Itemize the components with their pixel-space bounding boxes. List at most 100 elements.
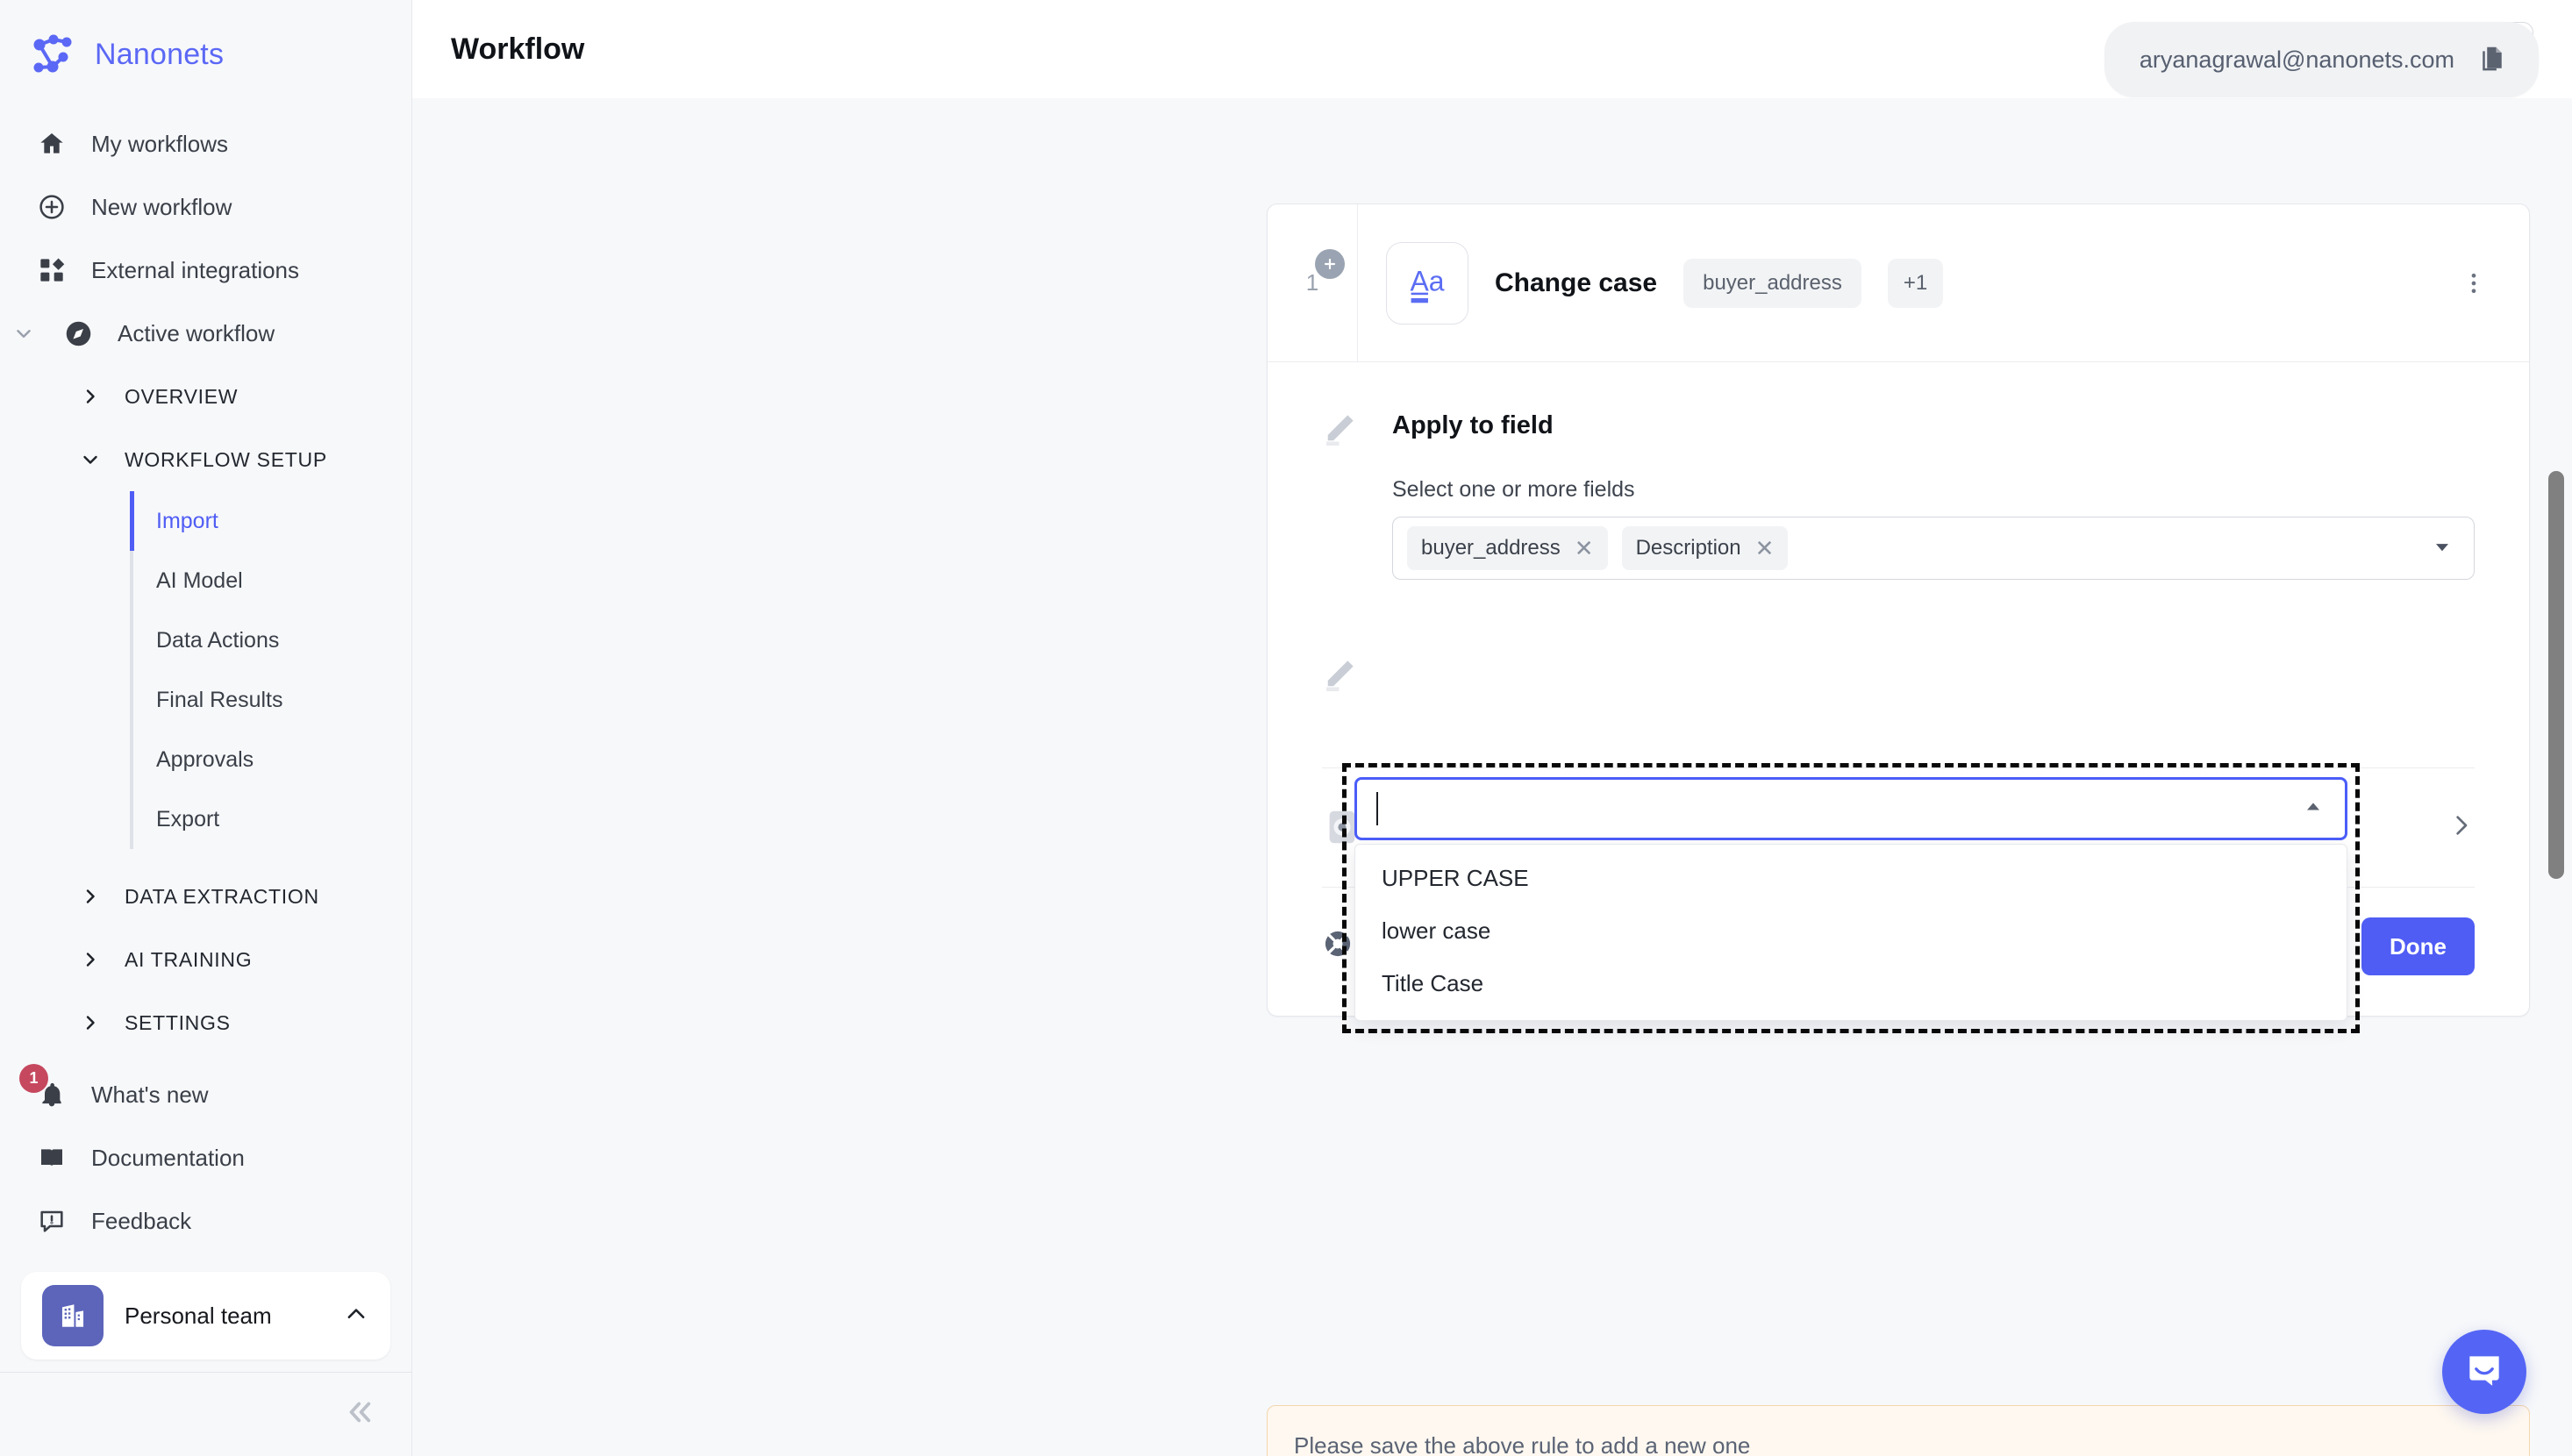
chevron-up-icon[interactable] — [2301, 795, 2326, 824]
sidebar-item-label: Data Actions — [156, 627, 280, 653]
sidebar-item-label: Approvals — [156, 746, 254, 772]
close-x-icon[interactable]: ✕ — [1755, 537, 1775, 560]
group-label: OVERVIEW — [125, 384, 239, 408]
done-label: Done — [2390, 932, 2447, 960]
compass-icon — [60, 315, 96, 352]
chevron-down-icon — [75, 445, 105, 475]
field-select-label: Select one or more fields — [1392, 477, 1635, 502]
sidebar-item-export[interactable]: Export — [130, 789, 411, 849]
group-toggle-data-extraction[interactable]: DATA EXTRACTION — [0, 865, 411, 928]
close-x-icon[interactable]: ✕ — [1575, 537, 1594, 560]
sidebar-group-workflow-setup: WORKFLOW SETUP Import AI Model Data Acti… — [0, 428, 411, 849]
vertical-scrollbar[interactable] — [2548, 471, 2564, 879]
feedback-chat-icon — [33, 1203, 70, 1239]
rule-header: 1 Aa Change case buyer_address +1 — [1268, 204, 2529, 362]
sidebar-item-my-workflows[interactable]: My workflows — [0, 112, 411, 175]
sidebar-item-label: New workflow — [91, 193, 232, 220]
sidebar-item-import[interactable]: Import — [130, 491, 411, 551]
change-case-aa-icon: Aa — [1386, 241, 1468, 325]
group-toggle-workflow-setup[interactable]: WORKFLOW SETUP — [0, 428, 411, 491]
chevron-right-icon — [75, 945, 105, 974]
chevron-right-icon[interactable] — [2447, 811, 2475, 844]
sidebar-item-label: AI Model — [156, 567, 243, 593]
case-select-content — [1392, 648, 2475, 711]
sidebar-group-overview: OVERVIEW — [0, 365, 411, 428]
sidebar-item-external-integrations[interactable]: External integrations — [0, 239, 411, 302]
group-gap — [0, 849, 411, 865]
lifebuoy-icon — [1322, 928, 1354, 966]
sidebar-item-feedback[interactable]: Feedback — [0, 1189, 411, 1253]
kebab-menu-icon[interactable] — [2448, 261, 2499, 305]
rule-chip-more[interactable]: +1 — [1887, 258, 1944, 308]
sidebar-item-label: External integrations — [91, 256, 300, 283]
canvas-inner: 1 Aa Change case buyer_address +1 Apply … — [412, 98, 2572, 1456]
sidebar-item-new-workflow[interactable]: New workflow — [0, 175, 411, 239]
team-switcher[interactable]: Personal team — [21, 1272, 390, 1360]
sidebar-item-label: What's new — [91, 1081, 209, 1108]
double-chevron-left-icon[interactable] — [343, 1395, 376, 1433]
group-toggle-ai-training[interactable]: AI TRAINING — [0, 928, 411, 991]
option-upper-case[interactable]: UPPER CASE — [1355, 852, 2347, 904]
page-title: Workflow — [451, 32, 585, 66]
nanonets-logo-icon — [30, 32, 75, 77]
chevron-right-icon — [75, 382, 105, 411]
done-button[interactable]: Done — [2361, 917, 2475, 975]
option-title-case[interactable]: Title Case — [1355, 957, 2347, 1010]
apply-to-field-title: Apply to field — [1392, 411, 1554, 439]
building-icon — [42, 1285, 104, 1346]
save-rule-notice: Please save the above rule to add a new … — [1267, 1405, 2530, 1456]
topbar-actions: Sch aryanagrawal@nanonets.com — [2104, 22, 2539, 97]
selected-tag[interactable]: Description ✕ — [1621, 526, 1789, 570]
selected-tag-label: buyer_address — [1421, 536, 1561, 560]
group-toggle-settings[interactable]: SETTINGS — [0, 991, 411, 1054]
pencil-icon — [1322, 403, 1392, 580]
book-icon — [33, 1139, 70, 1176]
option-label: lower case — [1382, 917, 1491, 944]
sidebar-item-documentation[interactable]: Documentation — [0, 1126, 411, 1189]
sidebar-bottom-nav: 1 What's new Documentation Feedback — [0, 1063, 411, 1260]
sidebar-item-whats-new[interactable]: 1 What's new — [0, 1063, 411, 1126]
case-select-section — [1268, 580, 2529, 711]
chevron-up-icon[interactable] — [343, 1301, 369, 1331]
add-step-button[interactable] — [1315, 249, 1345, 279]
apply-to-field-content: Apply to field Select one or more fields… — [1392, 403, 2475, 580]
workflow-canvas: 1 Aa Change case buyer_address +1 Apply … — [412, 98, 2572, 1456]
option-lower-case[interactable]: lower case — [1355, 904, 2347, 957]
sidebar-item-label: Import — [156, 508, 218, 533]
case-combobox-input[interactable] — [1354, 777, 2347, 840]
copy-icon[interactable] — [2477, 44, 2509, 75]
group-label: WORKFLOW SETUP — [125, 447, 327, 471]
sidebar-item-active-workflow[interactable]: Active workflow — [0, 302, 411, 365]
selected-tag-label: Description — [1635, 536, 1741, 560]
rule-chip-field[interactable]: buyer_address — [1683, 258, 1861, 308]
sidebar-footer — [0, 1372, 411, 1456]
chevron-right-icon — [75, 881, 105, 911]
selected-tag[interactable]: buyer_address ✕ — [1407, 526, 1608, 570]
intercom-chat-button[interactable] — [2442, 1330, 2526, 1414]
whats-new-badge: 1 — [19, 1064, 48, 1093]
chevron-right-icon — [75, 1008, 105, 1038]
sidebar-item-approvals[interactable]: Approvals — [130, 730, 411, 789]
top-bar: Workflow Sch aryanagrawal@nanonets.com — [412, 0, 2572, 98]
email-tooltip: aryanagrawal@nanonets.com — [2104, 22, 2539, 97]
chevron-down-icon[interactable] — [9, 318, 39, 348]
sidebar-item-data-actions[interactable]: Data Actions — [130, 610, 411, 670]
group-toggle-overview[interactable]: OVERVIEW — [0, 365, 411, 428]
team-name: Personal team — [125, 1302, 272, 1329]
bell-icon: 1 — [19, 1064, 70, 1113]
brand-name: Nanonets — [95, 37, 225, 71]
chevron-down-icon[interactable] — [2430, 534, 2454, 563]
sidebar-item-final-results[interactable]: Final Results — [130, 670, 411, 730]
notice-text: Please save the above rule to add a new … — [1294, 1431, 1751, 1456]
case-combobox: UPPER CASE lower case Title Case — [1354, 777, 2347, 1021]
sidebar: Nanonets My workflows New workflow Exter… — [0, 0, 412, 1456]
sidebar-item-ai-model[interactable]: AI Model — [130, 551, 411, 610]
app-root: Nanonets My workflows New workflow Exter… — [0, 0, 2572, 1456]
sidebar-item-label: Documentation — [91, 1144, 245, 1171]
pencil-icon — [1322, 648, 1392, 711]
field-multiselect[interactable]: buyer_address ✕ Description ✕ — [1392, 517, 2475, 580]
grid-diamond-icon — [33, 252, 70, 289]
sidebar-item-label: My workflows — [91, 130, 229, 157]
brand[interactable]: Nanonets — [0, 0, 411, 107]
